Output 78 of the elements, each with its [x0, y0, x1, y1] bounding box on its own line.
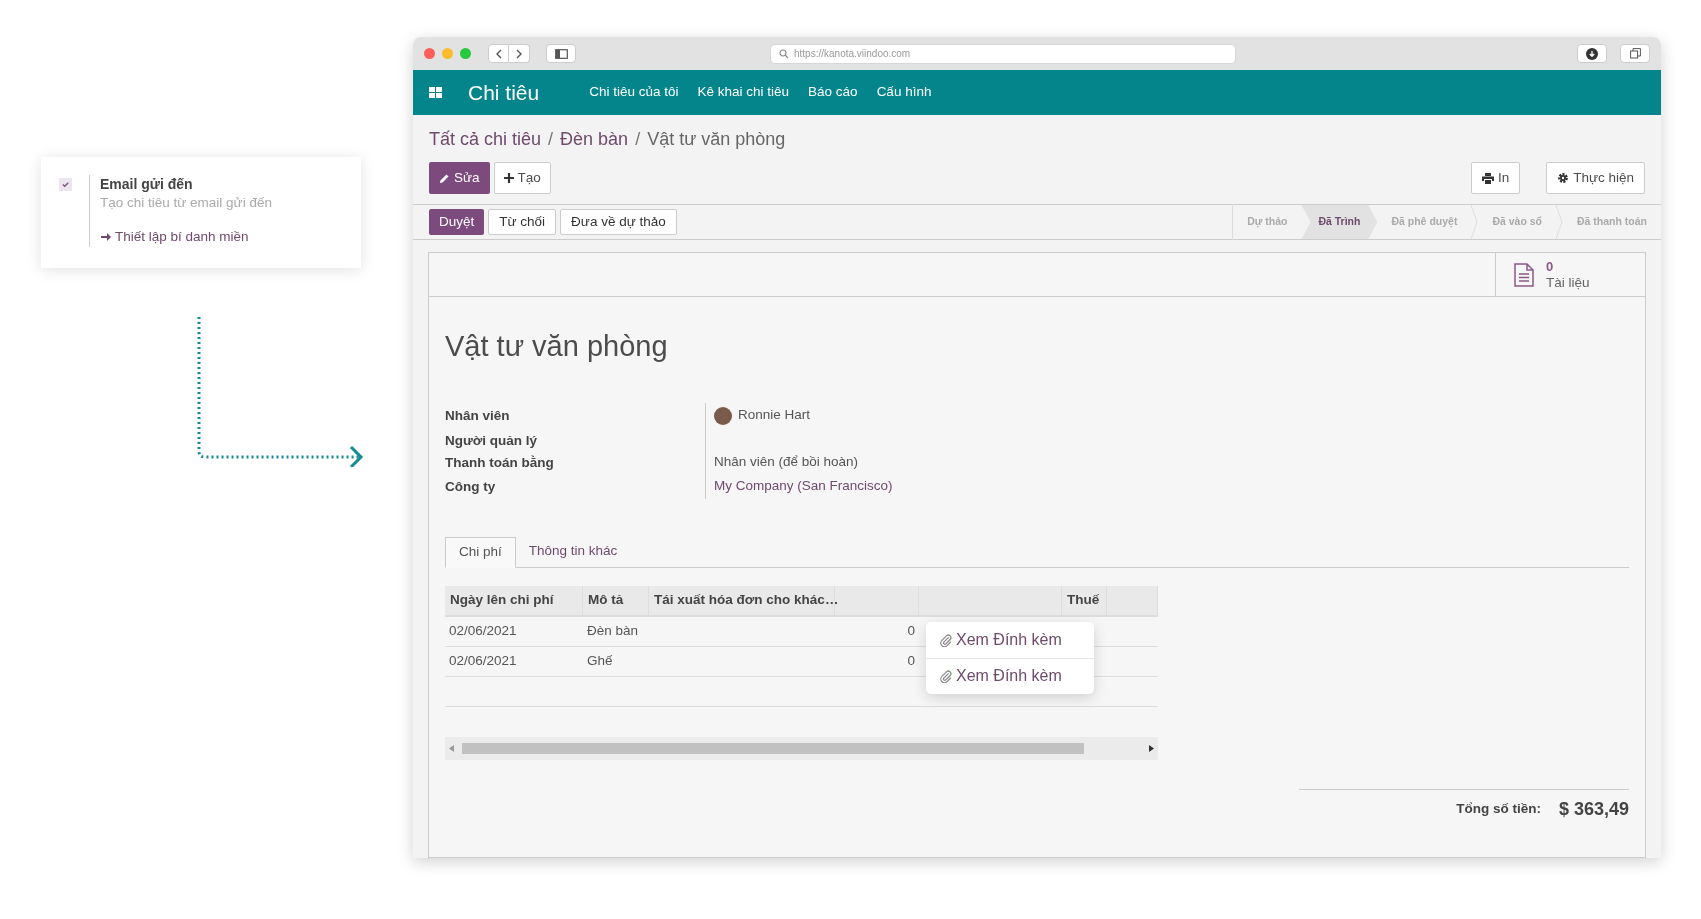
- column-header[interactable]: Tái xuất hóa đơn cho khác…: [649, 585, 835, 615]
- menu-item[interactable]: Báo cáo: [808, 82, 858, 103]
- table-cell-text: 0: [906, 621, 916, 640]
- back-button[interactable]: [488, 44, 509, 63]
- document-count: 0: [1546, 258, 1554, 275]
- menu-item[interactable]: Cấu hình: [876, 82, 932, 103]
- download-icon: [1586, 47, 1598, 60]
- action-button[interactable]: Thực hiện: [1546, 162, 1645, 194]
- breadcrumb-item[interactable]: Tất cả chi tiêu: [429, 126, 542, 153]
- status-button[interactable]: Từ chối: [488, 209, 557, 235]
- documents-smart-button[interactable]: 0 Tài liệu: [1495, 253, 1645, 296]
- create-button[interactable]: Tạo: [493, 162, 551, 194]
- breadcrumb-item[interactable]: Đèn bàn: [560, 126, 629, 153]
- scroll-right-icon[interactable]: [1149, 744, 1154, 752]
- scrollbar-thumb[interactable]: [462, 742, 1084, 754]
- field-value: Nhân viên (để bồi hoàn): [714, 453, 859, 472]
- chevron-divider-icon: [1556, 205, 1563, 239]
- paperclip-icon: [939, 669, 953, 683]
- document-icon: [1514, 262, 1534, 287]
- table-cell-text: 0: [906, 651, 916, 670]
- chevron-divider-icon: [1471, 205, 1479, 239]
- app-title: Chi tiêu: [468, 79, 540, 106]
- table-cell-text: 02/06/2021: [448, 621, 518, 640]
- setting-link[interactable]: Thiết lập bí danh miền: [100, 227, 272, 248]
- stage-step[interactable]: Đã Trình: [1301, 205, 1378, 239]
- plus-icon: [503, 173, 514, 183]
- field-label: Công ty: [445, 477, 497, 496]
- print-button[interactable]: In: [1470, 162, 1521, 194]
- avatar: [714, 406, 732, 425]
- menu-item[interactable]: Chi tiêu của tôi: [589, 82, 679, 103]
- column-header[interactable]: Mô tả: [583, 585, 649, 615]
- checkbox[interactable]: [58, 178, 72, 191]
- back-icon: [494, 48, 503, 59]
- forward-icon: [515, 48, 523, 59]
- tabs-icon: [1629, 48, 1641, 59]
- forward-button[interactable]: [509, 44, 530, 63]
- sidebar-button[interactable]: [546, 44, 576, 63]
- total-label: Tổng số tiền:: [1456, 799, 1541, 818]
- table-cell-text: Đèn bàn: [586, 621, 640, 640]
- breadcrumb-item[interactable]: Vật tư văn phòng: [647, 126, 786, 153]
- search-icon: [779, 48, 789, 59]
- printer-icon: [1481, 172, 1494, 184]
- view-attachment-link[interactable]: Xem Đính kèm: [926, 621, 1094, 658]
- view-attachment-link[interactable]: Xem Đính kèm: [926, 657, 1094, 694]
- setting-title: Email gửi đến: [100, 175, 194, 193]
- tab[interactable]: Chi phí: [445, 536, 516, 568]
- paperclip-icon: [939, 632, 953, 647]
- table-cell-text: Ghế: [586, 651, 614, 670]
- tabs-button[interactable]: [1620, 44, 1650, 63]
- field-label: Người quản lý: [445, 431, 539, 450]
- total-amount: $ 363,49: [1558, 797, 1629, 821]
- edit-button[interactable]: Sửa: [429, 162, 490, 194]
- horizontal-scrollbar[interactable]: [445, 736, 1158, 760]
- gear-icon: [1557, 172, 1570, 184]
- url-text: https://kanota.viindoo.com: [794, 47, 911, 61]
- pencil-icon: [439, 172, 450, 184]
- field-value[interactable]: My Company (San Francisco): [714, 476, 893, 497]
- status-button[interactable]: Đưa về dự thảo: [560, 209, 677, 235]
- download-button[interactable]: [1577, 44, 1607, 63]
- breadcrumb-separator: /: [635, 128, 641, 151]
- field-label: Nhân viên: [445, 406, 511, 425]
- tab[interactable]: Thông tin khác: [515, 536, 631, 567]
- check-icon: [60, 180, 70, 189]
- field-value[interactable]: Ronnie Hart: [738, 405, 811, 426]
- breadcrumb-separator: /: [548, 128, 554, 151]
- column-header[interactable]: Ngày lên chi phí: [445, 585, 583, 615]
- arrow-right-icon: [100, 231, 112, 244]
- record-title: Vật tư văn phòng: [445, 329, 669, 364]
- table-cell-text: 02/06/2021: [448, 651, 518, 670]
- column-header[interactable]: Thuế: [1062, 585, 1107, 615]
- status-button[interactable]: Duyệt: [429, 209, 485, 235]
- scroll-left-icon[interactable]: [449, 744, 454, 752]
- field-label: Thanh toán bằng: [445, 453, 555, 472]
- apps-menu-icon[interactable]: [429, 87, 442, 98]
- document-label: Tài liệu: [1546, 274, 1590, 291]
- menu-item[interactable]: Kê khai chi tiêu: [697, 82, 790, 103]
- setting-description: Tạo chi tiêu từ email gửi đến: [100, 194, 272, 212]
- sidebar-icon: [554, 48, 568, 59]
